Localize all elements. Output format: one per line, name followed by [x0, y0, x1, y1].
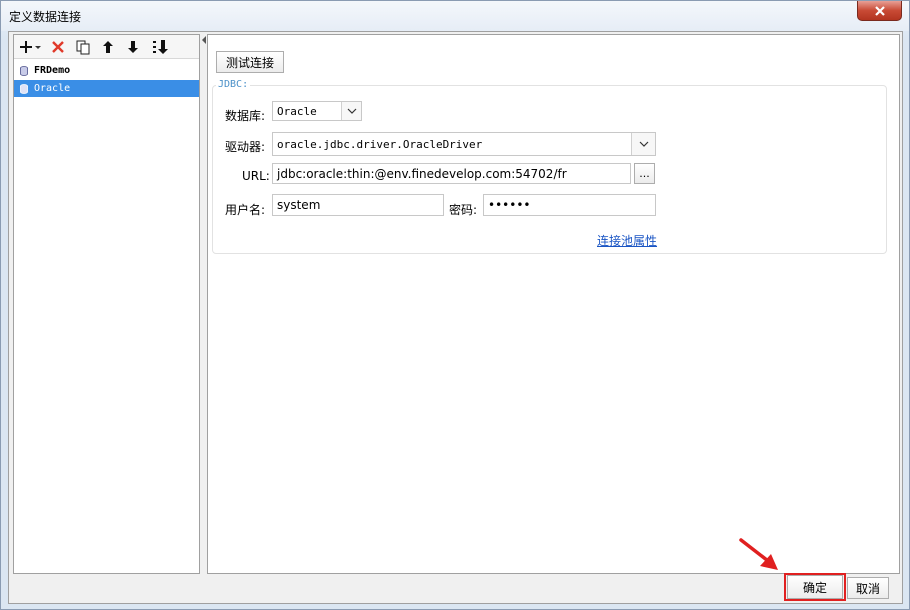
move-up-button[interactable]	[97, 38, 119, 56]
delete-icon	[52, 41, 64, 53]
move-up-icon	[103, 41, 113, 53]
delete-connection-button[interactable]	[47, 38, 69, 56]
connection-config-panel: 测试连接 JDBC: 数据库: Oracle 驱动器: oracle.jdbc.…	[207, 34, 900, 574]
list-toolbar	[14, 35, 199, 59]
connection-pool-link[interactable]: 连接池属性	[597, 232, 657, 249]
sort-icon	[153, 40, 168, 54]
add-icon	[20, 41, 41, 53]
copy-connection-button[interactable]	[72, 38, 94, 56]
sort-button[interactable]	[150, 38, 172, 56]
url-input[interactable]: jdbc:oracle:thin:@env.finedevelop.com:54…	[272, 163, 631, 184]
database-value: Oracle	[277, 104, 317, 118]
close-button[interactable]	[857, 1, 902, 21]
chevron-down-icon[interactable]	[341, 102, 361, 120]
connection-name: FRDemo	[34, 65, 71, 76]
connection-item-frdemo[interactable]: FRDemo	[14, 62, 199, 79]
connection-list-panel: FRDemo Oracle	[13, 34, 200, 574]
username-value: system	[277, 198, 321, 212]
url-label: URL:	[242, 169, 270, 183]
close-icon	[874, 5, 885, 16]
database-icon	[20, 83, 28, 94]
annotation-arrow-icon	[739, 538, 778, 570]
move-down-button[interactable]	[122, 38, 144, 56]
url-value: jdbc:oracle:thin:@env.finedevelop.com:54…	[277, 166, 567, 181]
database-icon	[20, 65, 28, 76]
connection-name: Oracle	[34, 83, 71, 94]
dialog-window: 定义数据连接 FRDemo Oracle 测试连接 JDBC: 数据库: Ora…	[0, 0, 910, 610]
database-select[interactable]: Oracle	[272, 101, 362, 121]
driver-select[interactable]: oracle.jdbc.driver.OracleDriver	[272, 132, 656, 156]
username-input[interactable]: system	[272, 194, 444, 216]
cancel-button[interactable]: 取消	[847, 577, 889, 599]
window-title: 定义数据连接	[9, 10, 82, 24]
collapse-left-icon[interactable]	[202, 36, 206, 44]
ok-button-highlight	[784, 573, 846, 601]
driver-label: 驱动器:	[225, 140, 266, 154]
database-label: 数据库:	[225, 109, 266, 123]
password-label: 密码:	[449, 203, 478, 217]
dialog-body: FRDemo Oracle 测试连接 JDBC: 数据库: Oracle 驱动器…	[8, 31, 903, 604]
move-down-icon	[128, 41, 138, 53]
add-connection-button[interactable]	[18, 38, 44, 56]
password-value: ••••••	[488, 198, 531, 212]
title-bar[interactable]: 定义数据连接	[1, 1, 909, 31]
driver-value: oracle.jdbc.driver.OracleDriver	[277, 137, 483, 151]
password-input[interactable]: ••••••	[483, 194, 656, 216]
chevron-down-icon[interactable]	[631, 133, 655, 155]
jdbc-group-title: JDBC:	[216, 79, 251, 90]
test-connection-button[interactable]: 测试连接	[216, 51, 284, 73]
connection-item-oracle[interactable]: Oracle	[14, 80, 199, 97]
copy-icon	[76, 40, 90, 55]
username-label: 用户名:	[225, 203, 266, 217]
browse-url-button[interactable]: ...	[634, 163, 655, 184]
